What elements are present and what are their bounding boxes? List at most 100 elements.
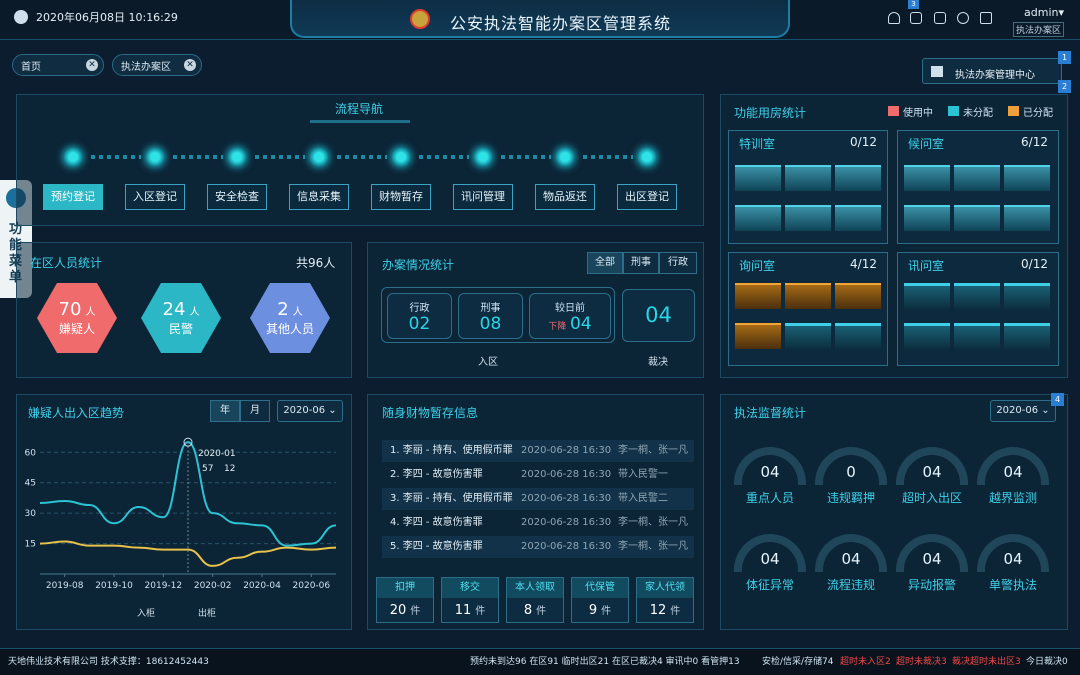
gauge-value: 04 <box>1003 550 1023 568</box>
tab-home[interactable]: 首页 ✕ <box>12 54 104 76</box>
trend-period-value: 2020-06 <box>283 405 326 416</box>
stat-family-value: 12 <box>649 603 667 618</box>
room-cell[interactable] <box>904 165 950 191</box>
filter-all[interactable]: 全部 <box>587 252 623 274</box>
row-time: 2020-06-28 16:30 <box>521 541 612 552</box>
x-tick-label: 2020-02 <box>194 581 232 591</box>
room-cell[interactable] <box>904 205 950 231</box>
supervise-period-select[interactable]: 2020-06 ⌄ <box>990 400 1056 422</box>
room-cell[interactable] <box>954 283 1000 309</box>
room-inquiry-count: 4/12 <box>850 257 877 271</box>
suspect-unit: 人 <box>85 307 96 318</box>
footer-alert-1: 超时未入区2 <box>840 657 891 667</box>
room-cell[interactable] <box>785 283 831 309</box>
flow-connector <box>583 155 633 159</box>
flow-node <box>227 147 247 167</box>
stat-seized[interactable]: 扣押 20 件 <box>376 577 434 623</box>
badge-4: 4 <box>1051 393 1064 406</box>
flow-connector <box>419 155 469 159</box>
stat-self-label: 本人领取 <box>507 578 563 598</box>
property-row[interactable]: 5. 李四 - 故意伤害罪 2020-06-28 16:30 李一桐、张一凡 <box>382 536 694 558</box>
room-cell[interactable] <box>735 283 781 309</box>
step-6[interactable]: 讯问管理 <box>453 184 513 210</box>
property-row[interactable]: 3. 李丽 - 持有、使用假币罪 2020-06-28 16:30 带入民警二 <box>382 488 694 510</box>
step-4[interactable]: 信息采集 <box>289 184 349 210</box>
room-cell[interactable] <box>785 165 831 191</box>
stat-self[interactable]: 本人领取 8 件 <box>506 577 564 623</box>
shirt-icon[interactable] <box>980 12 992 24</box>
room-cell[interactable] <box>785 205 831 231</box>
stat-transfer-label: 移交 <box>442 578 498 598</box>
step-5[interactable]: 财物暂存 <box>371 184 431 210</box>
home-icon[interactable] <box>934 12 946 24</box>
step-8[interactable]: 出区登记 <box>617 184 677 210</box>
flow-connector <box>501 155 551 159</box>
trend-month-tab[interactable]: 月 <box>240 400 270 422</box>
room-cell[interactable] <box>1004 283 1050 309</box>
room-cell[interactable] <box>1004 323 1050 349</box>
room-cell[interactable] <box>735 323 781 349</box>
step-7[interactable]: 物品返还 <box>535 184 595 210</box>
step-1[interactable]: 预约登记 <box>43 184 103 210</box>
property-row[interactable]: 1. 李丽 - 持有、使用假币罪 2020-06-28 16:30 李一桐、张一凡 <box>382 440 694 462</box>
user-menu[interactable]: admin▾ <box>1024 6 1064 19</box>
room-cell[interactable] <box>835 165 881 191</box>
suspect-count: 70 <box>58 299 82 320</box>
step-3[interactable]: 安全检查 <box>207 184 267 210</box>
suspect-label: 嫌疑人 <box>58 322 95 336</box>
room-cell[interactable] <box>785 323 831 349</box>
calendar-icon[interactable] <box>910 12 922 24</box>
map-icon <box>931 66 943 77</box>
room-cell[interactable] <box>1004 165 1050 191</box>
stat-custody[interactable]: 代保管 9 件 <box>571 577 629 623</box>
room-cell[interactable] <box>904 323 950 349</box>
trend-title: 嫌疑人出入区趋势 <box>28 406 125 420</box>
close-icon[interactable]: ✕ <box>184 59 196 71</box>
row-name: 1. 李丽 - 持有、使用假币罪 <box>390 445 513 456</box>
mgmt-center-button[interactable]: 执法办案管理中心 <box>922 58 1062 84</box>
footer-today: 今日裁决0 <box>1026 657 1068 667</box>
room-cell[interactable] <box>904 283 950 309</box>
legend-series-2: 出柜 <box>198 607 216 619</box>
filter-admin[interactable]: 行政 <box>659 252 697 274</box>
legend-unassigned-swatch <box>948 106 959 116</box>
step-2[interactable]: 入区登记 <box>125 184 185 210</box>
globe-icon[interactable] <box>957 12 969 24</box>
stat-transfer[interactable]: 移交 11 件 <box>441 577 499 623</box>
filter-criminal[interactable]: 刑事 <box>623 252 659 274</box>
property-row[interactable]: 4. 李四 - 故意伤害罪 2020-06-28 16:30 李一桐、张一凡 <box>382 512 694 534</box>
room-cell[interactable] <box>954 323 1000 349</box>
room-inquiry-name: 询问室 <box>739 259 776 273</box>
row-name: 4. 李四 - 故意伤害罪 <box>390 517 483 528</box>
flow-connector <box>91 155 141 159</box>
stat-self-value: 8 <box>523 603 533 618</box>
room-cell[interactable] <box>835 205 881 231</box>
mgmt-center-label: 执法办案管理中心 <box>955 70 1035 81</box>
bell-icon[interactable] <box>888 12 900 24</box>
flow-node <box>145 147 165 167</box>
flow-connector <box>337 155 387 159</box>
trend-year-tab[interactable]: 年 <box>210 400 240 422</box>
close-icon[interactable]: ✕ <box>86 59 98 71</box>
row-who: 带入民警一 <box>618 469 668 480</box>
trend-period-select[interactable]: 2020-06 ⌄ <box>277 400 343 422</box>
tab-area[interactable]: 执法办案区 ✕ <box>112 54 202 76</box>
people-total: 共96人 <box>296 256 336 270</box>
gauge-label: 单警执法 <box>988 578 1037 592</box>
stat-family[interactable]: 家人代领 12 件 <box>636 577 694 623</box>
room-cell[interactable] <box>735 165 781 191</box>
room-cell[interactable] <box>954 165 1000 191</box>
other-label: 其他人员 <box>265 322 314 336</box>
room-cell[interactable] <box>835 323 881 349</box>
gauge-label: 体征异常 <box>745 578 794 592</box>
room-cell[interactable] <box>835 283 881 309</box>
gauge-label: 超时入出区 <box>901 491 962 505</box>
room-cell[interactable] <box>954 205 1000 231</box>
stat-family-label: 家人代领 <box>637 578 693 598</box>
clock-icon <box>14 10 28 24</box>
flow-node <box>309 147 329 167</box>
room-cell[interactable] <box>1004 205 1050 231</box>
flow-node <box>473 147 493 167</box>
property-row[interactable]: 2. 李四 - 故意伤害罪 2020-06-28 16:30 带入民警一 <box>382 464 694 486</box>
room-cell[interactable] <box>735 205 781 231</box>
